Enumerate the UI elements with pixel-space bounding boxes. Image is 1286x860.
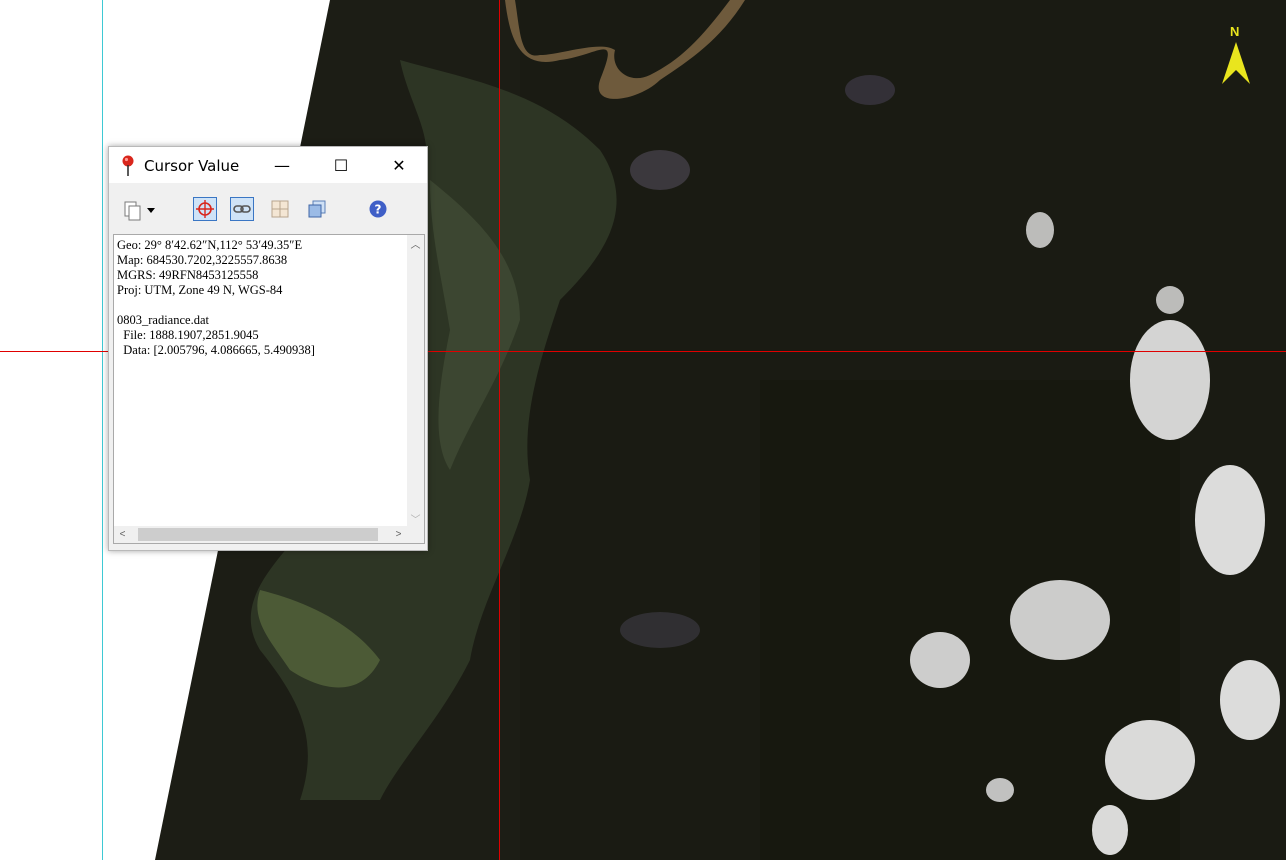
geo-line: Geo: 29° 8′42.62″N,112° 53′49.35″E	[117, 238, 303, 252]
toolbar: ?	[109, 183, 427, 233]
stack-icon	[308, 200, 326, 218]
grid-icon	[271, 200, 289, 218]
scroll-left-icon[interactable]: <	[114, 526, 131, 543]
pushpin-icon	[121, 155, 135, 177]
file-coords-line: File: 1888.1907,2851.9045	[117, 328, 259, 342]
scroll-right-icon[interactable]: >	[390, 526, 407, 543]
crosshair-icon	[196, 200, 214, 218]
crosshair-toggle-button[interactable]	[193, 197, 217, 221]
svg-text:?: ?	[375, 203, 382, 217]
north-arrow-icon: N	[1218, 24, 1254, 88]
map-line: Map: 684530.7202,3225557.8638	[117, 253, 288, 267]
vertical-scrollbar[interactable]: ︿ ﹀	[407, 235, 424, 527]
horizontal-scroll-thumb[interactable]	[138, 528, 378, 541]
help-icon: ?	[369, 200, 387, 218]
cursor-info-textbox[interactable]: Geo: 29° 8′42.62″N,112° 53′49.35″E Map: 6…	[113, 234, 425, 544]
crosshair-vertical	[499, 0, 500, 860]
cursor-value-window[interactable]: Cursor Value — ☐ ✕ ? Geo: 29° 8′42.62″N,…	[108, 146, 428, 551]
mgrs-line: MGRS: 49RFN8453125558	[117, 268, 259, 282]
link-icon	[233, 205, 251, 213]
copy-dropdown-button[interactable]	[121, 197, 159, 221]
minimize-button[interactable]: —	[259, 147, 305, 183]
grid-button[interactable]	[268, 197, 292, 221]
window-title: Cursor Value	[144, 157, 240, 175]
maximize-button[interactable]: ☐	[318, 147, 364, 183]
stack-button[interactable]	[305, 197, 329, 221]
scroll-up-icon[interactable]: ︿	[407, 235, 424, 252]
cursor-info-text: Geo: 29° 8′42.62″N,112° 53′49.35″E Map: 6…	[117, 238, 405, 522]
file-name-line: 0803_radiance.dat	[117, 313, 209, 327]
link-views-button[interactable]	[230, 197, 254, 221]
title-bar[interactable]: Cursor Value — ☐ ✕	[109, 147, 427, 183]
help-button[interactable]: ?	[366, 197, 390, 221]
close-button[interactable]: ✕	[376, 147, 422, 183]
proj-line: Proj: UTM, Zone 49 N, WGS-84	[117, 283, 283, 297]
copy-icon	[124, 201, 155, 221]
scroll-down-icon[interactable]: ﹀	[407, 510, 424, 527]
image-frame-line	[102, 0, 103, 860]
scroll-corner	[407, 526, 424, 543]
horizontal-scrollbar[interactable]: < >	[114, 526, 407, 543]
data-values-line: Data: [2.005796, 4.086665, 5.490938]	[117, 343, 315, 357]
